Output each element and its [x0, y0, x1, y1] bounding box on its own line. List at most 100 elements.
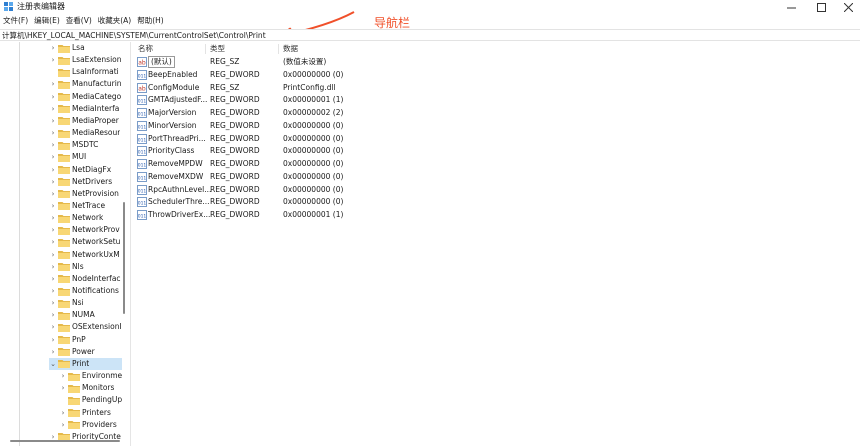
- value-row[interactable]: 011 PriorityClass REG_DWORD 0x00000000 (0): [132, 145, 832, 157]
- tree-item[interactable]: › MediaProper: [49, 115, 122, 127]
- chevron-right-icon[interactable]: ›: [59, 407, 67, 419]
- tree-item[interactable]: › Manufacturin: [49, 78, 122, 90]
- tree-item[interactable]: › NUMA: [49, 309, 122, 321]
- tree-item[interactable]: › OSExtensionI: [49, 321, 122, 333]
- column-header-type[interactable]: 类型: [210, 42, 225, 56]
- chevron-right-icon[interactable]: ›: [59, 419, 67, 431]
- tree-item[interactable]: › MUI: [49, 151, 122, 163]
- chevron-down-icon[interactable]: ⌄: [49, 358, 57, 370]
- tree-item[interactable]: › NetworkSetu: [49, 236, 122, 248]
- value-row[interactable]: 011 PortThreadPri... REG_DWORD 0x00000000 (…: [132, 133, 832, 145]
- tree-item[interactable]: › Nls: [49, 261, 122, 273]
- chevron-right-icon[interactable]: ›: [49, 42, 57, 54]
- chevron-right-icon[interactable]: ›: [49, 321, 57, 333]
- tree-horizontal-scrollbar[interactable]: [10, 440, 120, 442]
- value-row[interactable]: 011 MinorVersion REG_DWORD 0x00000000 (0): [132, 120, 832, 132]
- chevron-right-icon[interactable]: [59, 394, 67, 406]
- chevron-right-icon[interactable]: ›: [49, 164, 57, 176]
- tree-item[interactable]: › NetworkProv: [49, 224, 122, 236]
- chevron-right-icon[interactable]: ›: [49, 261, 57, 273]
- address-bar[interactable]: 计算机\HKEY_LOCAL_MACHINE\SYSTEM\CurrentCon…: [0, 29, 860, 41]
- chevron-right-icon[interactable]: ›: [49, 249, 57, 261]
- chevron-right-icon[interactable]: ›: [49, 127, 57, 139]
- tree-item[interactable]: PendingUp: [59, 394, 122, 406]
- chevron-right-icon[interactable]: ›: [49, 151, 57, 163]
- chevron-right-icon[interactable]: ›: [49, 78, 57, 90]
- value-row[interactable]: 011 BeepEnabled REG_DWORD 0x00000000 (0): [132, 69, 832, 81]
- chevron-right-icon[interactable]: ›: [49, 273, 57, 285]
- tree-item[interactable]: › NetworkUxM: [49, 249, 122, 261]
- menu-edit[interactable]: 编辑(E): [31, 14, 63, 28]
- tree-item[interactable]: › Nsi: [49, 297, 122, 309]
- maximize-button[interactable]: [808, 0, 834, 14]
- menu-view[interactable]: 查看(V): [63, 14, 95, 28]
- chevron-right-icon[interactable]: ›: [59, 382, 67, 394]
- chevron-right-icon[interactable]: ›: [49, 188, 57, 200]
- chevron-right-icon[interactable]: ›: [49, 346, 57, 358]
- column-separator[interactable]: [278, 44, 279, 54]
- chevron-right-icon[interactable]: ›: [49, 297, 57, 309]
- value-row[interactable]: 011 GMTAdjustedF... REG_DWORD 0x00000001 (1…: [132, 94, 832, 106]
- value-row[interactable]: ab ConfigModule REG_SZ PrintConfig.dll: [132, 82, 832, 94]
- tree-item[interactable]: › NetTrace: [49, 200, 122, 212]
- address-path[interactable]: 计算机\HKEY_LOCAL_MACHINE\SYSTEM\CurrentCon…: [2, 30, 266, 41]
- tree-item-label: Nsi: [72, 298, 84, 308]
- tree-scroll-thumb[interactable]: [123, 202, 125, 314]
- column-header-name[interactable]: 名称: [138, 42, 153, 56]
- chevron-right-icon[interactable]: [49, 66, 57, 78]
- menu-file[interactable]: 文件(F): [0, 14, 31, 28]
- close-button[interactable]: [835, 0, 860, 14]
- chevron-right-icon[interactable]: ›: [49, 91, 57, 103]
- value-row[interactable]: 011 RemoveMPDW REG_DWORD 0x00000000 (0): [132, 158, 832, 170]
- chevron-right-icon[interactable]: ›: [59, 370, 67, 382]
- tree-item[interactable]: › Monitors: [59, 382, 122, 394]
- chevron-right-icon[interactable]: ›: [49, 200, 57, 212]
- tree-item[interactable]: LsaInformati: [49, 66, 122, 78]
- tree-item[interactable]: › MediaResour: [49, 127, 122, 139]
- value-row[interactable]: 011 MajorVersion REG_DWORD 0x00000002 (2): [132, 107, 832, 119]
- tree-item[interactable]: › NodeInterfac: [49, 273, 122, 285]
- tree-item[interactable]: › Power: [49, 346, 122, 358]
- chevron-right-icon[interactable]: ›: [49, 309, 57, 321]
- chevron-right-icon[interactable]: ›: [49, 224, 57, 236]
- column-separator[interactable]: [205, 44, 206, 54]
- column-header-data[interactable]: 数据: [283, 42, 298, 56]
- tree-item[interactable]: ⌄ Print: [49, 357, 122, 370]
- tree-item[interactable]: › Notifications: [49, 285, 122, 297]
- chevron-right-icon[interactable]: ›: [49, 236, 57, 248]
- tree-item[interactable]: › Environme: [59, 370, 122, 382]
- tree-item[interactable]: › NetProvision: [49, 188, 122, 200]
- tree-item[interactable]: › MediaInterfa: [49, 103, 122, 115]
- value-row[interactable]: ab (默认) REG_SZ (数值未设置): [132, 56, 832, 68]
- chevron-right-icon[interactable]: ›: [49, 103, 57, 115]
- tree-item[interactable]: › Network: [49, 212, 122, 224]
- chevron-right-icon[interactable]: ›: [49, 285, 57, 297]
- tree-vertical-scrollbar[interactable]: [122, 42, 126, 446]
- value-row[interactable]: 011 SchedulerThre... REG_DWORD 0x00000000 (…: [132, 196, 832, 208]
- tree-item[interactable]: › PnP: [49, 334, 122, 346]
- minimize-button[interactable]: [778, 0, 804, 14]
- chevron-right-icon[interactable]: ›: [49, 176, 57, 188]
- values-pane[interactable]: 名称 类型 数据 ab (默认) REG_SZ (数值未设置) 011 BeepEnabl…: [132, 42, 860, 446]
- menu-favorites[interactable]: 收藏夹(A): [95, 14, 134, 28]
- tree-item[interactable]: › Providers: [59, 419, 122, 431]
- tree-item[interactable]: › Lsa: [49, 42, 122, 54]
- menu-help[interactable]: 帮助(H): [134, 14, 167, 28]
- chevron-right-icon[interactable]: ›: [49, 139, 57, 151]
- value-row[interactable]: 011 RemoveMXDW REG_DWORD 0x00000000 (0): [132, 171, 832, 183]
- tree-item[interactable]: › MediaCatego: [49, 91, 122, 103]
- tree-item[interactable]: › LsaExtension: [49, 54, 122, 66]
- value-row[interactable]: 011 RpcAuthnLevel... REG_DWORD 0x00000000 (…: [132, 184, 832, 196]
- value-row[interactable]: 011 ThrowDriverEx... REG_DWORD 0x00000001 (…: [132, 209, 832, 221]
- tree-item[interactable]: › NetDiagFx: [49, 164, 122, 176]
- chevron-right-icon[interactable]: ›: [49, 115, 57, 127]
- chevron-right-icon[interactable]: ›: [49, 334, 57, 346]
- key-tree-pane[interactable]: › Lsa › LsaExtension LsaInformati › Manufactur…: [0, 42, 131, 446]
- folder-icon: [67, 396, 80, 405]
- chevron-right-icon[interactable]: ›: [49, 212, 57, 224]
- tree-item[interactable]: › MSDTC: [49, 139, 122, 151]
- chevron-right-icon[interactable]: ›: [49, 54, 57, 66]
- tree-item[interactable]: › Printers: [59, 407, 122, 419]
- folder-icon: [68, 409, 80, 417]
- tree-item[interactable]: › NetDrivers: [49, 176, 122, 188]
